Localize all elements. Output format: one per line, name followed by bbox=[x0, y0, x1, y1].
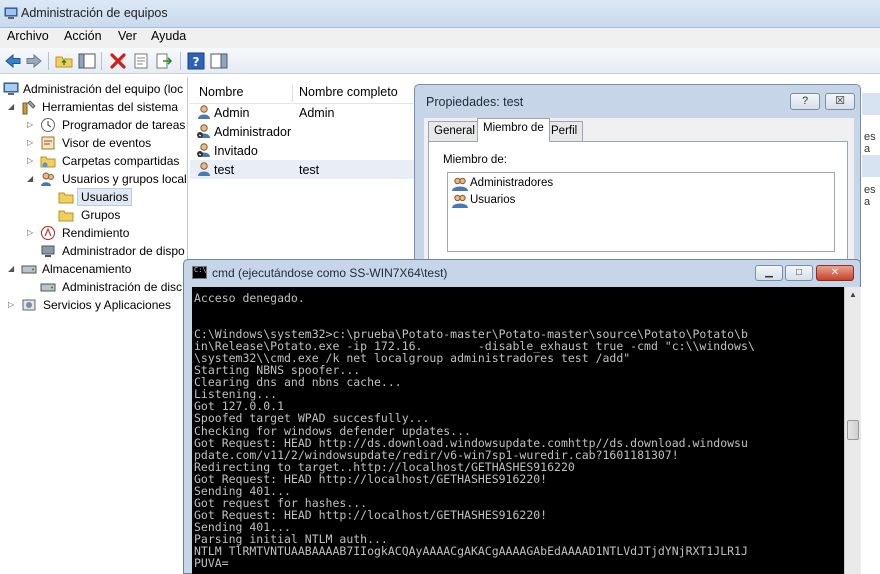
console-output: Acceso denegado. C:\Windows\system32>c:\… bbox=[194, 291, 755, 571]
list-header: Nombre Nombre completo bbox=[190, 82, 420, 104]
forward-arrow-icon[interactable] bbox=[25, 52, 43, 70]
tab-member-of[interactable]: Miembro de bbox=[477, 118, 550, 142]
menu-bar: Archivo Acción Ver Ayuda bbox=[0, 28, 880, 48]
folder-icon bbox=[58, 210, 74, 222]
list-item[interactable]: test test bbox=[190, 160, 420, 179]
column-separator[interactable] bbox=[292, 84, 293, 102]
help-icon[interactable]: ? bbox=[187, 52, 205, 70]
close-button[interactable]: ☒ bbox=[825, 93, 855, 110]
menu-accion[interactable]: Acción bbox=[64, 29, 102, 43]
services-icon bbox=[22, 299, 36, 311]
actions-header-band bbox=[862, 155, 880, 177]
folder-icon bbox=[58, 192, 74, 204]
collapse-triangle-icon[interactable]: ◢ bbox=[27, 174, 33, 183]
delete-icon[interactable] bbox=[109, 52, 127, 70]
properties-icon[interactable] bbox=[132, 52, 150, 70]
tab-general[interactable]: General bbox=[428, 121, 481, 141]
storage-icon bbox=[21, 265, 37, 274]
close-button[interactable]: ✕ bbox=[816, 265, 854, 281]
properties-dialog[interactable]: Propiedades: test ? ☒ General Miembro de… bbox=[414, 84, 861, 264]
list-item[interactable]: Admin Admin bbox=[190, 103, 420, 122]
column-header-fullname[interactable]: Nombre completo bbox=[299, 85, 398, 99]
scroll-up-icon[interactable]: ▲ bbox=[845, 287, 861, 303]
export-icon[interactable] bbox=[155, 52, 173, 70]
properties-title: Propiedades: test bbox=[426, 95, 524, 109]
event-viewer-icon bbox=[41, 136, 55, 150]
window-title: Administración de equipos bbox=[21, 6, 168, 20]
console-scrollbar[interactable]: ▲ bbox=[844, 287, 861, 574]
show-hide-tree-icon[interactable] bbox=[78, 52, 96, 70]
cmd-title: cmd (ejecutándose como SS-WIN7X64\test) bbox=[212, 266, 448, 280]
group-icon bbox=[452, 194, 468, 208]
svg-text:?: ? bbox=[193, 55, 200, 69]
user-icon bbox=[198, 105, 210, 119]
scroll-thumb[interactable] bbox=[847, 420, 859, 440]
back-arrow-icon[interactable] bbox=[4, 52, 22, 70]
menu-ver[interactable]: Ver bbox=[118, 29, 137, 43]
users-icon bbox=[41, 172, 54, 186]
expand-triangle-icon[interactable]: ▷ bbox=[27, 228, 33, 237]
collapse-triangle-icon[interactable]: ◢ bbox=[8, 102, 14, 111]
help-button[interactable]: ? bbox=[790, 93, 820, 110]
computer-icon bbox=[3, 82, 19, 95]
column-header-name[interactable]: Nombre bbox=[199, 85, 243, 99]
expand-triangle-icon[interactable]: ▷ bbox=[27, 138, 33, 147]
user-list: Nombre Nombre completo Admin Admin Admin… bbox=[190, 77, 420, 277]
toolbar-separator bbox=[101, 52, 102, 70]
list-item[interactable]: Invitado bbox=[190, 141, 420, 160]
group-icon bbox=[452, 177, 468, 191]
actions-header-band bbox=[862, 93, 880, 115]
tab-profile[interactable]: Perfil bbox=[545, 121, 584, 141]
tools-icon bbox=[22, 100, 36, 115]
console-output-area[interactable]: Acceso denegado. C:\Windows\system32>c:\… bbox=[192, 287, 844, 574]
user-disabled-icon bbox=[197, 143, 210, 157]
up-folder-icon[interactable] bbox=[55, 52, 73, 70]
toolbar: ? bbox=[0, 48, 880, 74]
member-of-label: Miembro de: bbox=[443, 154, 507, 166]
toolbar-separator bbox=[180, 52, 181, 70]
device-manager-icon bbox=[41, 245, 55, 257]
collapse-triangle-icon[interactable]: ◢ bbox=[8, 264, 14, 273]
toolbar-separator bbox=[48, 52, 49, 70]
user-disabled-icon bbox=[197, 124, 210, 138]
main-titlebar[interactable]: Administración de equipos bbox=[0, 0, 880, 28]
expand-triangle-icon[interactable]: ▷ bbox=[27, 156, 33, 165]
properties-body: General Miembro de Perfil Miembro de: Ad… bbox=[424, 118, 854, 264]
list-item[interactable]: Administrador bbox=[190, 122, 420, 141]
menu-archivo[interactable]: Archivo bbox=[7, 29, 49, 43]
menu-ayuda[interactable]: Ayuda bbox=[151, 29, 186, 43]
actions-link[interactable]: es a bbox=[864, 131, 880, 155]
maximize-button[interactable]: □ bbox=[785, 265, 813, 281]
user-icon bbox=[198, 162, 210, 176]
computer-management-icon bbox=[4, 7, 18, 19]
cmd-window[interactable]: cmd (ejecutándose como SS-WIN7X64\test) … bbox=[183, 259, 861, 574]
expand-triangle-icon[interactable]: ▷ bbox=[8, 300, 14, 309]
expand-triangle-icon[interactable]: ▷ bbox=[27, 120, 33, 129]
performance-icon bbox=[41, 226, 55, 240]
clock-icon bbox=[41, 118, 55, 132]
actions-pane-edge: es a es a bbox=[862, 77, 880, 277]
show-hide-action-icon[interactable] bbox=[210, 52, 228, 70]
shared-folder-icon bbox=[40, 156, 56, 168]
console-tree: Administración del equipo (loc ◢ Herrami… bbox=[0, 77, 188, 574]
cmd-icon bbox=[192, 266, 207, 279]
member-of-panel: Miembro de: Administradores Usuarios bbox=[428, 141, 848, 264]
minimize-button[interactable]: ▁ bbox=[755, 265, 783, 281]
group-list[interactable]: Administradores Usuarios bbox=[447, 172, 835, 252]
actions-link[interactable]: es a bbox=[864, 184, 880, 208]
disk-icon bbox=[40, 283, 56, 292]
